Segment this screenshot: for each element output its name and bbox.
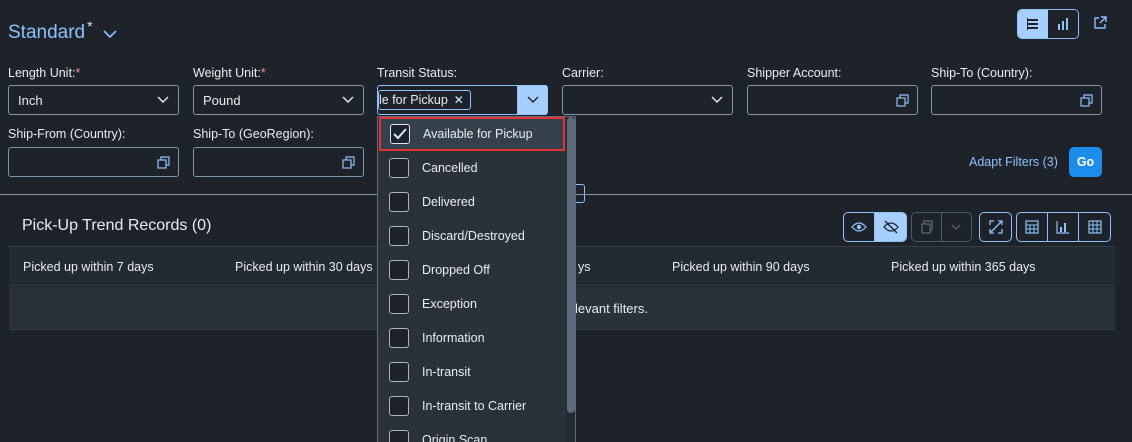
checkbox[interactable] (389, 260, 409, 280)
column-365-days[interactable]: Picked up within 365 days (891, 260, 1036, 274)
show-hide-toggle (843, 212, 907, 242)
variant-modified-marker: * (87, 18, 93, 34)
table-title: Pick-Up Trend Records (0) (22, 217, 212, 234)
fullscreen-icon (980, 213, 1011, 241)
chevron-down-icon[interactable] (702, 86, 732, 114)
no-data-text: levant filters. (575, 301, 648, 316)
dropdown-item-information[interactable]: Information (378, 321, 565, 355)
adapt-filters-button[interactable]: Adapt Filters (3) (969, 155, 1058, 169)
variant-title: Standard (8, 22, 86, 43)
go-button[interactable]: Go (1069, 147, 1102, 177)
column-60-days[interactable]: ys (578, 260, 591, 274)
chart-icon[interactable] (1048, 213, 1079, 241)
compact-filter-view-button[interactable] (1018, 10, 1048, 38)
carrier-label: Carrier: (562, 66, 604, 80)
checkbox[interactable] (389, 396, 409, 416)
checkbox[interactable] (389, 158, 409, 178)
table-chart-icon[interactable] (1017, 213, 1048, 241)
chevron-down-icon (103, 26, 117, 44)
dropdown-item-discard-destroyed[interactable]: Discard/Destroyed (378, 219, 565, 253)
shipper-account-label: Shipper Account: (747, 66, 842, 80)
weight-unit-select[interactable]: Pound (193, 85, 364, 115)
checkbox[interactable] (389, 192, 409, 212)
table-icon[interactable] (1079, 213, 1110, 241)
show-icon[interactable] (844, 213, 875, 241)
chevron-down-icon[interactable] (517, 86, 547, 114)
chart-view-button[interactable] (1048, 10, 1078, 38)
dropdown-item-cancelled[interactable]: Cancelled (378, 151, 565, 185)
dropdown-item-exception[interactable]: Exception (378, 287, 565, 321)
ship-to-georegion-input[interactable] (193, 147, 364, 177)
dropdown-item-dropped-off[interactable]: Dropped Off (378, 253, 565, 287)
value-help-icon[interactable] (887, 86, 917, 114)
list-icon (1027, 18, 1038, 30)
scrollbar-thumb[interactable] (567, 117, 575, 413)
chevron-down-icon[interactable] (148, 86, 178, 114)
value-help-icon[interactable] (333, 148, 363, 176)
copy-icon[interactable] (912, 213, 942, 241)
checkbox[interactable] (389, 226, 409, 246)
shipper-account-input[interactable] (747, 85, 918, 115)
view-switch (1016, 212, 1111, 242)
token-remove-icon[interactable]: ✕ (454, 93, 464, 107)
ship-from-country-label: Ship-From (Country): (8, 127, 126, 141)
filter-view-toggle (1017, 9, 1079, 39)
dropdown-item-delivered[interactable]: Delivered (378, 185, 565, 219)
dropdown-scrollbar[interactable] (566, 117, 575, 442)
ship-from-country-input[interactable] (8, 147, 179, 177)
column-30-days[interactable]: Picked up within 30 days (235, 260, 373, 274)
length-unit-label: Length Unit:* (8, 66, 81, 80)
dropdown-item-in-transit[interactable]: In-transit (378, 355, 565, 389)
variant-selector[interactable]: Standard * (8, 18, 117, 44)
dropdown-item-origin-scan[interactable]: Origin Scan (378, 423, 565, 442)
transit-status-multicombo[interactable]: le for Pickup ✕ (377, 85, 548, 115)
column-90-days[interactable]: Picked up within 90 days (672, 260, 810, 274)
ship-to-country-label: Ship-To (Country): (931, 66, 1033, 80)
chevron-down-icon[interactable] (942, 213, 971, 241)
checkbox[interactable] (389, 430, 409, 442)
carrier-select[interactable] (562, 85, 733, 115)
dropdown-item-in-transit-to-carrier[interactable]: In-transit to Carrier (378, 389, 565, 423)
fullscreen-button[interactable] (979, 212, 1012, 242)
value-help-icon[interactable] (148, 148, 178, 176)
dropdown-item-available-for-pickup[interactable]: Available for Pickup (379, 117, 565, 151)
copy-menu-button[interactable] (911, 212, 972, 242)
transit-status-dropdown: Available for Pickup Cancelled Delivered… (377, 116, 576, 442)
chevron-down-icon[interactable] (333, 86, 363, 114)
ship-to-georegion-label: Ship-To (GeoRegion): (193, 127, 314, 141)
transit-status-label: Transit Status: (377, 66, 458, 80)
transit-status-token[interactable]: le for Pickup ✕ (378, 90, 471, 110)
weight-unit-label: Weight Unit:* (193, 66, 266, 80)
checkbox[interactable] (389, 294, 409, 314)
hide-icon[interactable] (875, 213, 906, 241)
length-unit-select[interactable]: Inch (8, 85, 179, 115)
bar-chart-icon (1058, 18, 1068, 30)
ship-to-country-input[interactable] (931, 85, 1102, 115)
checkbox[interactable] (389, 362, 409, 382)
checkbox-checked-icon[interactable] (390, 124, 410, 144)
checkbox[interactable] (389, 328, 409, 348)
value-help-icon[interactable] (1071, 86, 1101, 114)
column-7-days[interactable]: Picked up within 7 days (23, 260, 154, 274)
share-icon[interactable] (1090, 13, 1110, 33)
